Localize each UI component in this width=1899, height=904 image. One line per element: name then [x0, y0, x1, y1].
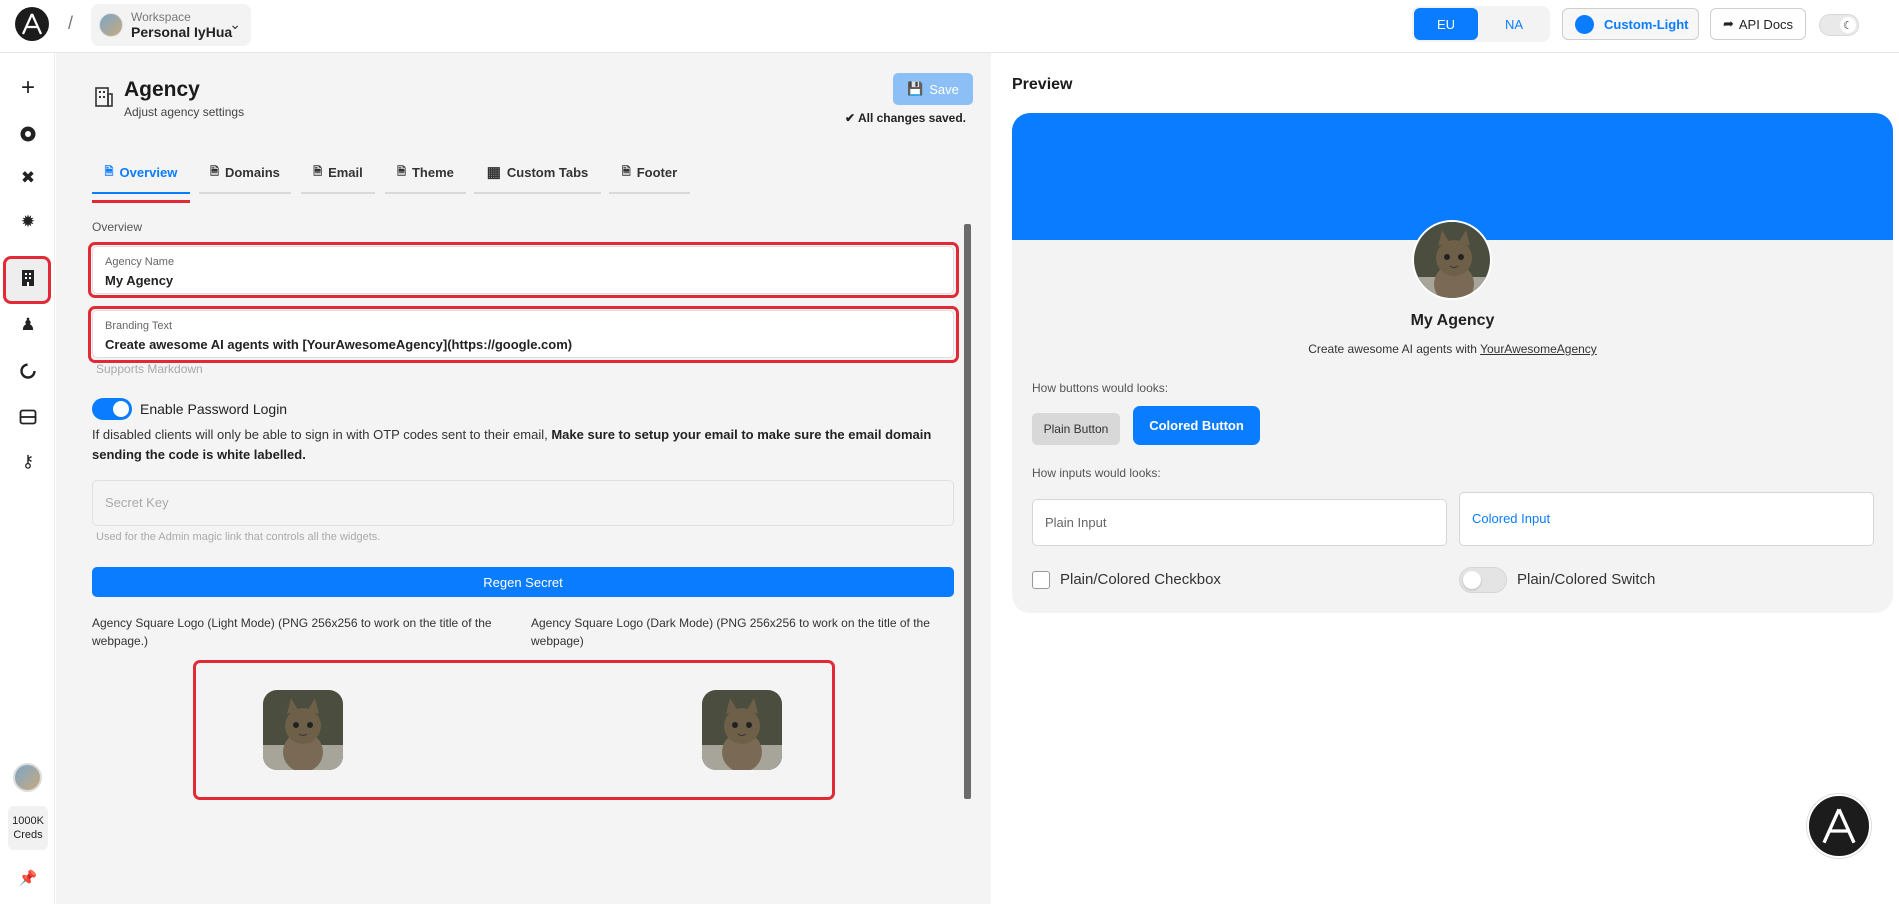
- regen-secret-button[interactable]: Regen Secret: [92, 567, 954, 597]
- moon-icon: ☾: [1840, 17, 1856, 33]
- tab-overview[interactable]: 🗎 Overview: [92, 152, 190, 194]
- dark-mode-toggle[interactable]: ☾: [1819, 14, 1859, 36]
- tab-email[interactable]: 🗎 Email: [301, 152, 375, 194]
- logo-a-icon: [21, 13, 43, 35]
- save-status: ✔ All changes saved.: [845, 111, 966, 125]
- grid-icon: ▦: [486, 164, 501, 181]
- theme-color-dot: [1575, 14, 1594, 34]
- password-login-label: Enable Password Login: [140, 401, 288, 417]
- highlight-box: [193, 660, 835, 800]
- plain-colored-switch[interactable]: [1459, 567, 1507, 593]
- workspace-label: Workspace: [131, 10, 191, 24]
- tools-icon[interactable]: ✖: [14, 164, 42, 192]
- floppy-icon: 💾: [907, 81, 924, 96]
- preview-agency-name: My Agency: [1410, 312, 1495, 329]
- file-icon: 🗎: [397, 165, 406, 178]
- assistant-fab[interactable]: [1807, 794, 1871, 858]
- tab-footer[interactable]: 🗎 Footer: [609, 152, 690, 194]
- page-title: Agency: [124, 78, 200, 101]
- workspace-name: Personal IyHua: [131, 24, 233, 40]
- buttons-preview-label: How buttons would looks:: [1032, 381, 1169, 395]
- credits-badge[interactable]: 1000K Creds: [8, 806, 48, 850]
- region-toggle: EU NA: [1412, 6, 1550, 42]
- save-label: Save: [929, 81, 959, 97]
- key-icon[interactable]: ⚷: [14, 448, 42, 476]
- switch-label: Plain/Colored Switch: [1517, 571, 1656, 588]
- file-icon: 🗎: [313, 165, 323, 178]
- highlight-box: [88, 306, 959, 363]
- api-docs-button[interactable]: ➦ API Docs: [1710, 8, 1806, 40]
- password-login-toggle[interactable]: [92, 398, 132, 420]
- tab-highlight-underline: [92, 200, 190, 203]
- server-icon[interactable]: [14, 403, 42, 431]
- plain-button[interactable]: Plain Button: [1032, 413, 1120, 445]
- file-icon: 🗎: [621, 165, 631, 178]
- credits-label: Creds: [13, 829, 43, 841]
- tab-domains[interactable]: 🗎 Domains: [199, 152, 291, 194]
- secret-key-hint: Used for the Admin magic link that contr…: [96, 531, 381, 543]
- region-na-button[interactable]: NA: [1482, 8, 1546, 40]
- cat-image: [1414, 222, 1490, 298]
- colored-button[interactable]: Colored Button: [1133, 406, 1260, 445]
- light-logo-label: Agency Square Logo (Light Mode) (PNG 256…: [92, 616, 492, 648]
- checkbox-label: Plain/Colored Checkbox: [1060, 571, 1221, 588]
- plain-input[interactable]: Plain Input: [1032, 499, 1447, 546]
- pin-icon[interactable]: 📌: [14, 864, 42, 892]
- file-icon: 🗎: [104, 165, 114, 178]
- colored-input[interactable]: Colored Input: [1459, 492, 1874, 546]
- tab-custom-tabs[interactable]: ▦ Custom Tabs: [474, 152, 601, 194]
- share-icon: ➦: [1722, 16, 1734, 31]
- breadcrumb-separator: /: [68, 13, 74, 33]
- preview-card: My Agency Create awesome AI agents with …: [1012, 113, 1893, 613]
- plus-icon[interactable]: +: [14, 74, 42, 102]
- credits-value: 1000K: [12, 815, 44, 827]
- section-heading: Overview: [92, 220, 143, 234]
- scrollbar[interactable]: [964, 224, 971, 799]
- check-icon: ✔: [845, 111, 856, 125]
- api-docs-label: API Docs: [1738, 16, 1794, 32]
- preview-branding-text: Create awesome AI agents with YourAwesom…: [1308, 342, 1597, 356]
- workspace-switcher[interactable]: Workspace Personal IyHua ⌄: [91, 4, 251, 46]
- theme-label: Custom-Light: [1604, 16, 1689, 32]
- password-login-note: If disabled clients will only be able to…: [92, 427, 932, 462]
- region-eu-button[interactable]: EU: [1414, 8, 1478, 40]
- secret-key-input[interactable]: Secret Key: [92, 480, 954, 526]
- dark-logo-label: Agency Square Logo (Dark Mode) (PNG 256x…: [531, 616, 930, 648]
- building-icon: [14, 264, 42, 292]
- inputs-preview-label: How inputs would looks:: [1032, 466, 1161, 480]
- preview-brand-link[interactable]: YourAwesomeAgency: [1480, 342, 1597, 356]
- page-subtitle: Adjust agency settings: [124, 105, 245, 119]
- openai-icon[interactable]: [14, 120, 42, 148]
- building-icon: [94, 86, 114, 108]
- bug-icon[interactable]: ✹: [14, 208, 42, 236]
- user-avatar[interactable]: [13, 763, 42, 792]
- theme-selector-button[interactable]: Custom-Light: [1562, 8, 1699, 40]
- file-icon: 🗎: [210, 165, 219, 178]
- app-logo[interactable]: [15, 7, 49, 41]
- preview-title: Preview: [1012, 76, 1073, 93]
- highlight-box: [88, 242, 959, 298]
- plain-colored-checkbox[interactable]: [1032, 571, 1050, 589]
- users-icon[interactable]: ♟: [14, 311, 42, 339]
- branding-hint: Supports Markdown: [96, 362, 203, 376]
- save-button[interactable]: 💾 Save: [893, 73, 973, 105]
- loader-icon[interactable]: [14, 357, 42, 385]
- workspace-avatar: [99, 13, 123, 37]
- preview-avatar: [1412, 220, 1492, 300]
- chevron-down-icon: ⌄: [229, 16, 241, 32]
- logo-a-icon: [1822, 808, 1856, 844]
- tab-theme[interactable]: 🗎 Theme: [385, 152, 466, 194]
